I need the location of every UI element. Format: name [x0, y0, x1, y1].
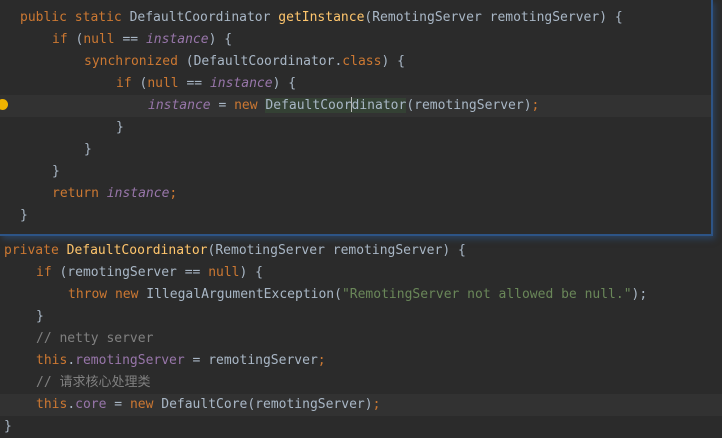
code-line[interactable]: instance = new DefaultCoordinator(remoti… — [0, 95, 711, 117]
code-token-txt: } — [36, 309, 44, 324]
code-text: } — [4, 416, 12, 438]
code-token-txt: = — [106, 397, 130, 412]
code-text: instance = new DefaultCoordinator(remoti… — [148, 95, 539, 117]
code-token-txt: == — [186, 76, 210, 91]
code-token-fld: instance — [209, 76, 273, 91]
code-token-txt: ); — [631, 287, 648, 302]
code-token-txt: (DefaultCoordinator. — [185, 54, 343, 69]
code-token-txt: (remotingServer) — [406, 98, 532, 113]
code-token-kw: if — [116, 76, 140, 91]
code-text: synchronized (DefaultCoordinator.class) … — [84, 51, 405, 73]
code-line[interactable]: return instance; — [0, 183, 711, 205]
code-token-kw: class — [342, 54, 382, 69]
code-line[interactable]: throw new IllegalArgumentException("Remo… — [0, 284, 722, 306]
code-token-fldn: core — [75, 397, 107, 412]
code-token-kw: null — [147, 76, 187, 91]
code-text: this.core = new DefaultCore(remotingServ… — [36, 394, 380, 416]
code-text: // 请求核心处理类 — [36, 372, 150, 394]
code-line[interactable]: this.remotingServer = remotingServer; — [0, 350, 722, 372]
code-token-txt: IllegalArgumentException( — [146, 287, 342, 302]
code-token-mth: getInstance — [278, 10, 365, 25]
code-token-txt: . — [67, 397, 76, 412]
code-token-str: "RemotingServer not allowed be null." — [341, 287, 632, 302]
code-token-kw: if — [52, 32, 76, 47]
code-text: public static DefaultCoordinator getInst… — [20, 7, 623, 29]
code-text: } — [116, 117, 124, 139]
code-token-txt: } — [84, 142, 92, 157]
code-token-fld: instance — [145, 32, 209, 47]
code-token-txt: . — [67, 353, 76, 368]
quick-definition-popup[interactable]: public static DefaultCoordinator getInst… — [0, 0, 713, 236]
code-text: if (null == instance) { — [116, 73, 296, 95]
code-token-txt: } — [4, 419, 12, 434]
code-token-txt: ) { — [272, 76, 297, 91]
code-line[interactable]: private DefaultCoordinator(RemotingServe… — [0, 240, 722, 262]
code-token-kw: ; — [372, 397, 381, 412]
code-token-kw: new — [129, 397, 162, 412]
code-token-hl: dinator — [351, 98, 407, 113]
code-token-kw: this — [36, 353, 68, 368]
code-token-cmt: // netty server — [36, 331, 154, 346]
code-token-fld: instance — [148, 98, 211, 113]
code-token-kw: throw new — [68, 287, 147, 302]
code-text: private DefaultCoordinator(RemotingServe… — [4, 240, 466, 262]
code-token-txt: DefaultCore(remotingServer) — [161, 397, 373, 412]
code-token-mth: DefaultCoordinator — [66, 243, 208, 258]
code-token-txt: ) { — [239, 265, 263, 280]
code-token-kw: this — [36, 397, 68, 412]
code-token-txt: (remotingServer == — [59, 265, 209, 280]
code-token-kw: null — [208, 265, 240, 280]
code-token-hl: DefaultCoor — [265, 98, 352, 113]
code-line[interactable]: } — [0, 161, 711, 183]
code-token-kw: new — [234, 98, 266, 113]
code-text: if (null == instance) { — [52, 29, 232, 51]
code-token-txt: ) { — [208, 32, 233, 47]
code-text: } — [52, 161, 60, 183]
code-line[interactable]: // 请求核心处理类 — [0, 372, 722, 394]
code-token-kw: private — [4, 243, 67, 258]
code-token-fld: instance — [106, 186, 170, 201]
code-token-cmt: // 请求核心处理类 — [36, 375, 151, 390]
code-token-txt: = remotingServer — [184, 353, 318, 368]
code-token-kw: return — [52, 186, 107, 201]
code-line[interactable]: } — [0, 117, 711, 139]
code-line[interactable]: if (null == instance) { — [0, 29, 711, 51]
code-text: } — [20, 205, 28, 227]
lightbulb-icon[interactable] — [0, 99, 8, 110]
code-text: } — [36, 306, 44, 328]
code-token-kw: ; — [169, 186, 178, 201]
code-text: if (remotingServer == null) { — [36, 262, 263, 284]
code-line[interactable]: if (remotingServer == null) { — [0, 262, 722, 284]
code-text: } — [84, 139, 92, 161]
code-text: this.remotingServer = remotingServer; — [36, 350, 326, 372]
code-token-txt: } — [20, 208, 28, 223]
code-text: // netty server — [36, 328, 153, 350]
code-line[interactable]: this.core = new DefaultCore(remotingServ… — [0, 394, 722, 416]
code-token-txt: DefaultCoordinator — [129, 10, 279, 25]
code-token-kw: if — [36, 265, 60, 280]
code-line[interactable]: if (null == instance) { — [0, 73, 711, 95]
code-text: throw new IllegalArgumentException("Remo… — [68, 284, 647, 306]
code-line[interactable]: public static DefaultCoordinator getInst… — [0, 7, 711, 29]
code-line[interactable]: // netty server — [0, 328, 722, 350]
code-line[interactable]: } — [0, 139, 711, 161]
code-line[interactable]: synchronized (DefaultCoordinator.class) … — [0, 51, 711, 73]
code-token-kw: ; — [317, 353, 326, 368]
code-token-txt: } — [52, 164, 60, 179]
code-line[interactable]: } — [0, 205, 711, 227]
code-token-txt: == — [122, 32, 146, 47]
code-line[interactable]: } — [0, 416, 722, 438]
code-token-txt: } — [116, 120, 124, 135]
code-token-kw: null — [83, 32, 123, 47]
code-token-kw: public static — [20, 10, 130, 25]
code-token-txt: ) { — [381, 54, 405, 69]
code-token-txt: = — [210, 98, 235, 113]
code-token-fldn: remotingServer — [75, 353, 185, 368]
code-token-kw: ; — [531, 98, 540, 113]
code-line[interactable]: } — [0, 306, 722, 328]
code-token-txt: (RemotingServer remotingServer) { — [207, 243, 466, 258]
code-token-kw: synchronized — [84, 54, 186, 69]
code-token-txt: (RemotingServer remotingServer) { — [364, 10, 623, 25]
code-text: return instance; — [52, 183, 177, 205]
